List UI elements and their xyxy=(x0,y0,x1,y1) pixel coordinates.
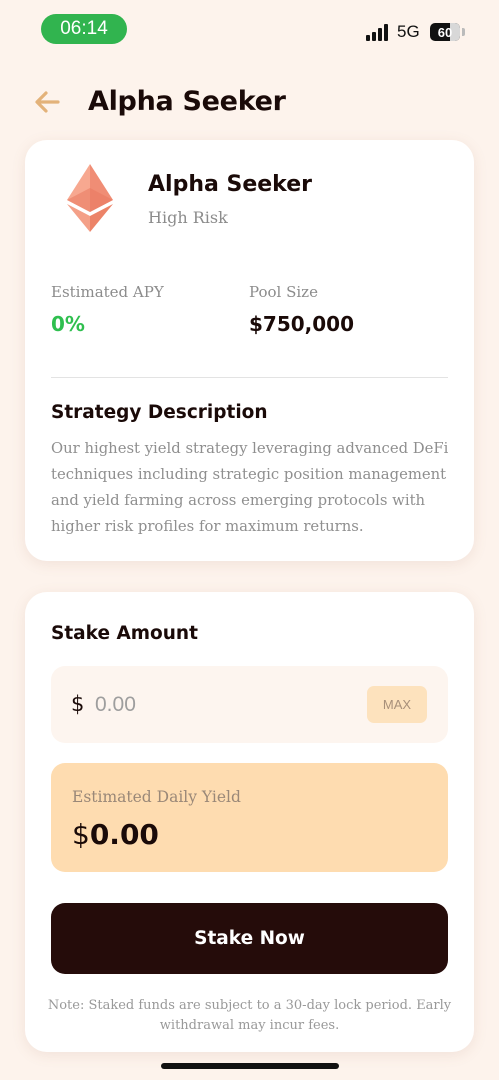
daily-yield-label: Estimated Daily Yield xyxy=(72,788,241,806)
daily-yield-currency: $ xyxy=(72,818,90,851)
header: Alpha Seeker xyxy=(0,80,499,126)
stake-card: Stake Amount $ MAX Estimated Daily Yield… xyxy=(25,592,474,1052)
apy-label: Estimated APY xyxy=(51,283,164,301)
stake-amount-title: Stake Amount xyxy=(51,623,198,644)
risk-level: High Risk xyxy=(148,208,228,227)
page-title: Alpha Seeker xyxy=(88,86,286,117)
daily-yield-box: Estimated Daily Yield $0.00 xyxy=(51,763,448,872)
divider xyxy=(51,377,448,378)
max-button[interactable]: MAX xyxy=(367,686,427,723)
pool-size-value: $750,000 xyxy=(249,312,355,336)
battery-icon: 60 xyxy=(430,23,460,41)
home-indicator[interactable] xyxy=(161,1063,339,1069)
stake-now-button[interactable]: Stake Now xyxy=(51,903,448,974)
network-type: 5G xyxy=(397,22,420,41)
ethereum-icon xyxy=(67,164,113,232)
battery-level: 60 xyxy=(437,24,453,40)
strategy-description-text: Our highest yield strategy leveraging ad… xyxy=(51,440,449,535)
status-time: 06:14 xyxy=(41,14,127,44)
stake-amount-input[interactable] xyxy=(95,688,345,722)
battery-cap xyxy=(462,28,465,36)
stake-amount-field[interactable]: $ MAX xyxy=(51,666,448,743)
apy-value: 0% xyxy=(51,312,85,336)
pool-size-label: Pool Size xyxy=(249,283,318,301)
back-button[interactable] xyxy=(32,86,64,118)
cellular-signal-icon xyxy=(366,24,390,41)
pool-info-card: Alpha Seeker High Risk Estimated APY Poo… xyxy=(25,140,474,561)
status-bar: 06:14 5G 60 xyxy=(0,0,499,56)
arrow-left-icon xyxy=(35,91,60,113)
currency-symbol: $ xyxy=(71,692,85,716)
daily-yield-amount: 0.00 xyxy=(89,818,159,851)
pool-name: Alpha Seeker xyxy=(148,172,312,197)
daily-yield-value: $0.00 xyxy=(72,818,159,851)
strategy-description-title: Strategy Description xyxy=(51,402,268,423)
lock-period-note: Note: Staked funds are subject to a 30-d… xyxy=(47,998,452,1033)
